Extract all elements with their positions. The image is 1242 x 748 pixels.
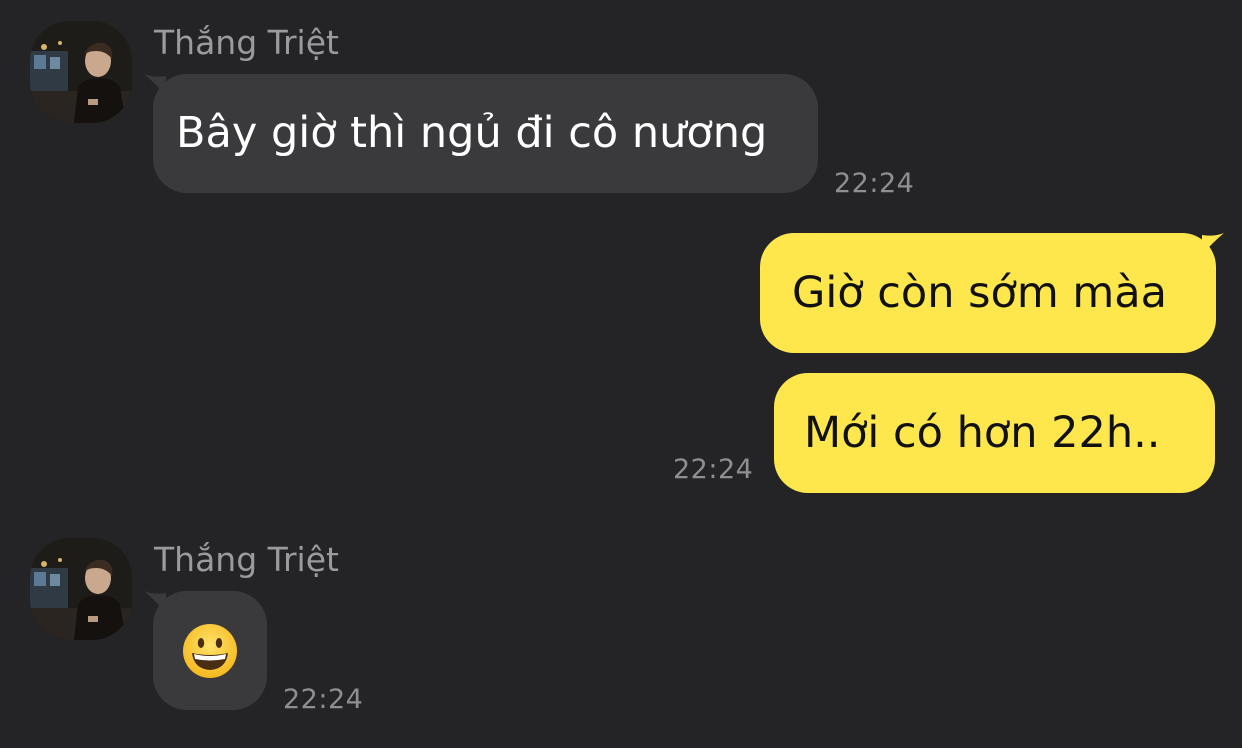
message-timestamp: 22:24 xyxy=(673,454,754,485)
message-text: Bây giờ thì ngủ đi cô nương xyxy=(176,108,768,158)
sender-name: Thắng Triệt xyxy=(154,23,339,62)
sender-avatar[interactable] xyxy=(30,538,132,640)
message-bubble-incoming[interactable] xyxy=(153,591,267,710)
chat-thread[interactable]: Thắng Triệt Bây giờ thì ngủ đi cô nương … xyxy=(0,0,1242,748)
message-timestamp: 22:24 xyxy=(283,684,364,715)
message-text: Giờ còn sớm màa xyxy=(792,267,1167,318)
avatar-photo-icon xyxy=(30,538,132,640)
sender-name: Thắng Triệt xyxy=(154,540,339,579)
message-timestamp: 22:24 xyxy=(834,168,915,199)
message-text: Mới có hơn 22h.. xyxy=(804,407,1161,458)
bubble-tail xyxy=(1202,233,1224,255)
sender-avatar[interactable] xyxy=(30,21,132,123)
message-bubble-incoming[interactable]: Bây giờ thì ngủ đi cô nương xyxy=(153,74,818,193)
message-bubble-outgoing[interactable]: Mới có hơn 22h.. xyxy=(774,373,1215,493)
message-bubble-outgoing[interactable]: Giờ còn sớm màa xyxy=(760,233,1216,353)
grinning-face-icon xyxy=(183,623,237,678)
avatar-photo-icon xyxy=(30,21,132,123)
